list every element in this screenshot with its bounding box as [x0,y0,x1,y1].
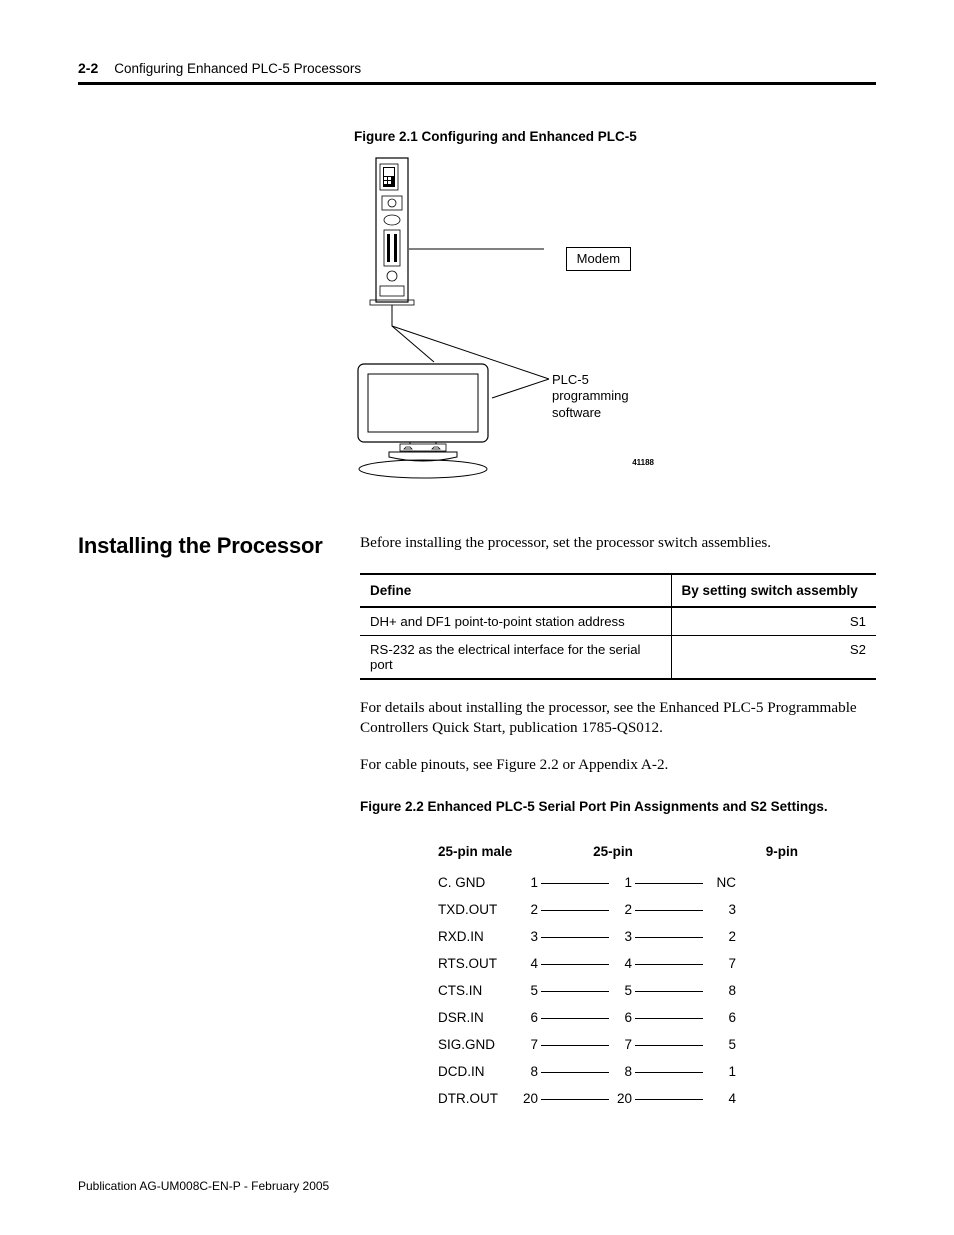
pin-row: DCD.IN881 [438,1058,798,1085]
figure-1: Modem PLC-5 programming software 41188 [354,154,874,479]
pin-header-25pin: 25-pin [538,844,688,859]
pin-header-25pin-male: 25-pin male [438,844,538,859]
page-number: 2-2 [78,60,98,76]
pin-connector-line [541,1099,609,1100]
pin-num-25b: 5 [612,983,632,998]
pin-num-25: 6 [518,1010,538,1025]
pin-num-9: 6 [706,1010,736,1025]
pin-signal-name: RXD.IN [438,929,518,944]
pin-signal-name: SIG.GND [438,1037,518,1052]
pin-connector-line [635,1045,703,1046]
pin-num-9: 1 [706,1064,736,1079]
table-cell: S2 [671,636,876,680]
pin-num-25b: 20 [612,1091,632,1106]
pin-signal-name: CTS.IN [438,983,518,998]
pin-num-25: 7 [518,1037,538,1052]
pin-signal-name: RTS.OUT [438,956,518,971]
pin-row: C. GND11NC [438,869,798,896]
pin-num-25b: 4 [612,956,632,971]
table-header-assembly: By setting switch assembly [671,574,876,607]
pin-connector-line [541,991,609,992]
pin-num-25b: 7 [612,1037,632,1052]
pin-row: RXD.IN332 [438,923,798,950]
pin-connector-line [541,910,609,911]
pin-num-25b: 1 [612,875,632,890]
pin-row: RTS.OUT447 [438,950,798,977]
publication-footer: Publication AG-UM008C-EN-P - February 20… [78,1179,329,1193]
pin-num-9: 8 [706,983,736,998]
pin-num-9: 5 [706,1037,736,1052]
pin-num-9: 7 [706,956,736,971]
paragraph-details: For details about installing the process… [360,698,876,738]
pin-num-25b: 6 [612,1010,632,1025]
figure-2-caption: Figure 2.2 Enhanced PLC-5 Serial Port Pi… [360,799,876,814]
pin-connector-line [635,1072,703,1073]
pin-connector-line [541,1045,609,1046]
pin-num-25: 8 [518,1064,538,1079]
table-row: RS-232 as the electrical interface for t… [360,636,876,680]
pin-signal-name: DCD.IN [438,1064,518,1079]
pin-num-25: 20 [518,1091,538,1106]
pin-num-25b: 2 [612,902,632,917]
figure-1-caption: Figure 2.1 Configuring and Enhanced PLC-… [354,129,876,144]
pin-connector-line [635,1018,703,1019]
pin-row: DSR.IN666 [438,1004,798,1031]
running-head: Configuring Enhanced PLC-5 Processors [114,61,361,76]
software-label: PLC-5 programming software [552,372,629,421]
pin-num-25b: 3 [612,929,632,944]
pin-connector-line [541,1072,609,1073]
switch-table: Define By setting switch assembly DH+ an… [360,573,876,680]
pin-connector-line [635,964,703,965]
pin-connector-line [541,937,609,938]
intro-paragraph: Before installing the processor, set the… [360,533,876,553]
pin-connector-line [635,937,703,938]
pin-row: TXD.OUT223 [438,896,798,923]
pin-header-9pin: 9-pin [688,844,798,859]
pin-num-25: 4 [518,956,538,971]
pin-row: CTS.IN558 [438,977,798,1004]
pin-connector-line [541,1018,609,1019]
pin-signal-name: TXD.OUT [438,902,518,917]
table-row: DH+ and DF1 point-to-point station addre… [360,607,876,636]
pin-signal-name: C. GND [438,875,518,890]
pin-num-25: 5 [518,983,538,998]
pin-num-25: 2 [518,902,538,917]
pin-connector-line [635,991,703,992]
modem-label: Modem [566,247,631,271]
pin-signal-name: DTR.OUT [438,1091,518,1106]
section-heading: Installing the Processor [78,533,326,559]
pin-connector-line [541,883,609,884]
pin-num-9: 2 [706,929,736,944]
table-cell: DH+ and DF1 point-to-point station addre… [360,607,671,636]
pin-num-9: NC [706,875,736,890]
pin-connector-line [541,964,609,965]
pin-assignment-figure: 25-pin male 25-pin 9-pin C. GND11NCTXD.O… [360,844,876,1112]
pin-connector-line [635,910,703,911]
pin-num-25b: 8 [612,1064,632,1079]
pin-num-9: 3 [706,902,736,917]
table-cell: S1 [671,607,876,636]
pin-row: DTR.OUT20204 [438,1085,798,1112]
pin-connector-line [635,883,703,884]
pin-signal-name: DSR.IN [438,1010,518,1025]
pin-num-25: 3 [518,929,538,944]
header-rule [78,82,876,85]
table-cell: RS-232 as the electrical interface for t… [360,636,671,680]
pin-num-25: 1 [518,875,538,890]
pin-connector-line [635,1099,703,1100]
figure-1-refnum: 41188 [632,458,654,467]
paragraph-pinouts: For cable pinouts, see Figure 2.2 or App… [360,755,876,775]
table-header-define: Define [360,574,671,607]
pin-row: SIG.GND775 [438,1031,798,1058]
pin-num-9: 4 [706,1091,736,1106]
figure-1-svg [354,154,874,479]
